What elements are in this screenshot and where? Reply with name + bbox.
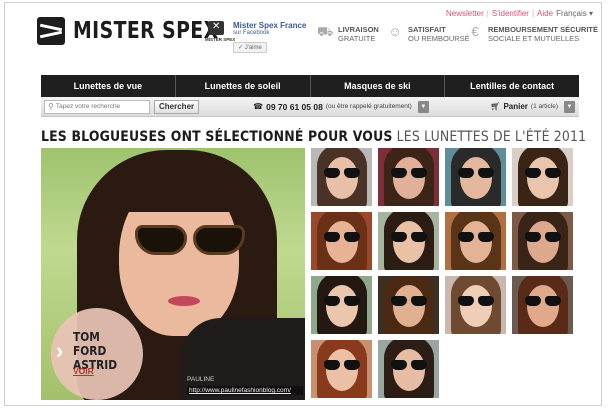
feature-subtitle: GRATUITE: [338, 34, 376, 43]
language-label: Français: [556, 9, 587, 18]
sunglasses-icon: [458, 296, 494, 306]
feature-delivery: ⛟ LIVRAISON GRATUITE: [317, 24, 379, 44]
facebook-page-icon: MISTER SPEX: [205, 21, 236, 54]
blogger-thumbnail[interactable]: [378, 276, 439, 334]
search-button[interactable]: Chercher: [154, 99, 200, 114]
callback-text: (ou être rappelé gratuitement): [325, 103, 412, 110]
sunglasses-icon: [525, 168, 561, 178]
blogger-url-link[interactable]: http://www.paulinefashionblog.com/: [187, 386, 303, 395]
sunglasses-icon: [391, 360, 427, 370]
feature-title: SATISFAIT: [408, 25, 446, 34]
cart-icon: 🛒︎: [490, 102, 501, 111]
login-link[interactable]: S'identifier: [492, 9, 529, 18]
sunglasses-icon: [391, 232, 427, 242]
product-brand: TOM FORD: [73, 329, 107, 358]
sunglasses-icon: [525, 232, 561, 242]
like-label: J'aime: [244, 45, 262, 51]
euro-icon: €: [471, 24, 479, 39]
blogger-thumbnail[interactable]: [378, 340, 439, 398]
sunglasses-icon: [458, 168, 494, 178]
sunglasses-icon: [324, 168, 360, 178]
facebook-block[interactable]: MISTER SPEX Mister Spex France sur Faceb…: [205, 21, 306, 54]
headline-bold: LES BLOGUEUSES ONT SÉLECTIONNÉ POUR VOUS: [41, 129, 393, 145]
feature-subtitle: OU REMBOURSÉ: [408, 34, 470, 43]
blogger-thumbnail[interactable]: [512, 276, 573, 334]
nav-item-contact-lenses[interactable]: Lentilles de contact: [445, 75, 579, 97]
blogger-thumbnail[interactable]: [445, 148, 506, 206]
cart-dropdown-icon[interactable]: ▼: [564, 100, 575, 113]
cart[interactable]: 🛒︎ Panier (1 article) ▼: [490, 100, 575, 113]
phone-icon: ☎: [253, 102, 264, 111]
feature-subtitle: SOCIALE ET MUTUELLES: [488, 34, 580, 43]
blogger-thumbnail[interactable]: [311, 340, 372, 398]
feature-title: LIVRAISON: [338, 25, 379, 34]
feature-satisfaction: ☺ SATISFAIT OU REMBOURSÉ: [387, 24, 470, 44]
phone-number: 09 70 61 05 08: [266, 101, 323, 112]
blogger-thumbnail[interactable]: [512, 148, 573, 206]
phone-dropdown-icon[interactable]: ▼: [417, 100, 429, 113]
blogger-thumbnail[interactable]: [512, 212, 573, 270]
blogger-thumbnail[interactable]: [378, 212, 439, 270]
blogger-thumbnail[interactable]: [445, 276, 506, 334]
feature-reimbursement: € REMBOURSEMENT SÉCURITÉ SOCIALE ET MUTU…: [467, 24, 599, 44]
cart-count: (1 article): [530, 103, 558, 110]
sunglasses-icon: [458, 232, 494, 242]
hero-image[interactable]: › TOM FORD ASTRID VOIR PAULINE http://ww…: [41, 148, 305, 400]
nav-item-prescription-glasses[interactable]: Lunettes de vue: [41, 75, 176, 97]
chevron-right-icon: ›: [56, 338, 64, 363]
search-input[interactable]: [55, 103, 146, 110]
chevron-down-icon: ▾: [588, 9, 593, 18]
blogger-name: PAULINE: [187, 376, 215, 383]
blogger-thumbnail[interactable]: [445, 212, 506, 270]
facebook-like-button[interactable]: ✓ J'aime: [233, 42, 267, 53]
product-badge[interactable]: › TOM FORD ASTRID VOIR: [51, 308, 143, 400]
sunglasses-icon: [525, 296, 561, 306]
feature-title: REMBOURSEMENT SÉCURITÉ: [488, 25, 599, 34]
blogger-thumbnail[interactable]: [378, 148, 439, 206]
toolbar: ⚲ Chercher ☎ 09 70 61 05 08 (ou être rap…: [41, 97, 579, 117]
top-links: Newsletter | S'identifier | Aide Françai…: [446, 9, 593, 18]
blogger-thumbnail[interactable]: [311, 212, 372, 270]
nav-item-ski-goggles[interactable]: Masques de ski: [311, 75, 446, 97]
truck-icon: ⛟: [317, 24, 334, 39]
separator: |: [531, 9, 535, 18]
blogger-thumbnail[interactable]: [311, 148, 372, 206]
cart-label: Panier: [503, 102, 528, 111]
sunglasses-icon: [324, 296, 360, 306]
page-frame: Newsletter | S'identifier | Aide Françai…: [4, 2, 602, 406]
search-box: ⚲: [44, 99, 150, 114]
sunglasses-icon: [391, 168, 427, 178]
sunglasses-icon: [135, 225, 245, 259]
search-icon: ⚲: [48, 102, 54, 111]
headline-light: LES LUNETTES DE L'ÉTÉ 2011: [396, 129, 587, 145]
logo-text: MISTER SPEX: [73, 18, 219, 44]
facebook-subtitle: sur Facebook: [233, 30, 270, 36]
separator: |: [486, 9, 489, 18]
mister-spex-icon: [208, 21, 224, 35]
nav-item-sunglasses[interactable]: Lunettes de soleil: [176, 75, 311, 97]
view-product-link[interactable]: VOIR: [73, 366, 94, 376]
phone-contact[interactable]: ☎ 09 70 61 05 08 (ou être rappelé gratui…: [253, 100, 429, 113]
language-select[interactable]: Français ▾: [556, 9, 593, 18]
main-nav: Lunettes de vue Lunettes de soleil Masqu…: [41, 75, 579, 97]
facebook-title[interactable]: Mister Spex France: [233, 21, 306, 30]
sunglasses-icon: [324, 232, 360, 242]
sunglasses-icon: [324, 360, 360, 370]
facebook-icon-caption: MISTER SPEX: [205, 37, 236, 42]
smiley-icon: ☺: [388, 24, 402, 39]
blogger-thumbnail[interactable]: [311, 276, 372, 334]
newsletter-link[interactable]: Newsletter: [446, 9, 484, 18]
help-link[interactable]: Aide: [537, 9, 553, 18]
sunglasses-icon: [391, 296, 427, 306]
page-title: LES BLOGUEUSES ONT SÉLECTIONNÉ POUR VOUS…: [41, 129, 586, 145]
thumbs-up-icon: ✓: [238, 45, 244, 51]
logo-icon: [37, 17, 65, 45]
